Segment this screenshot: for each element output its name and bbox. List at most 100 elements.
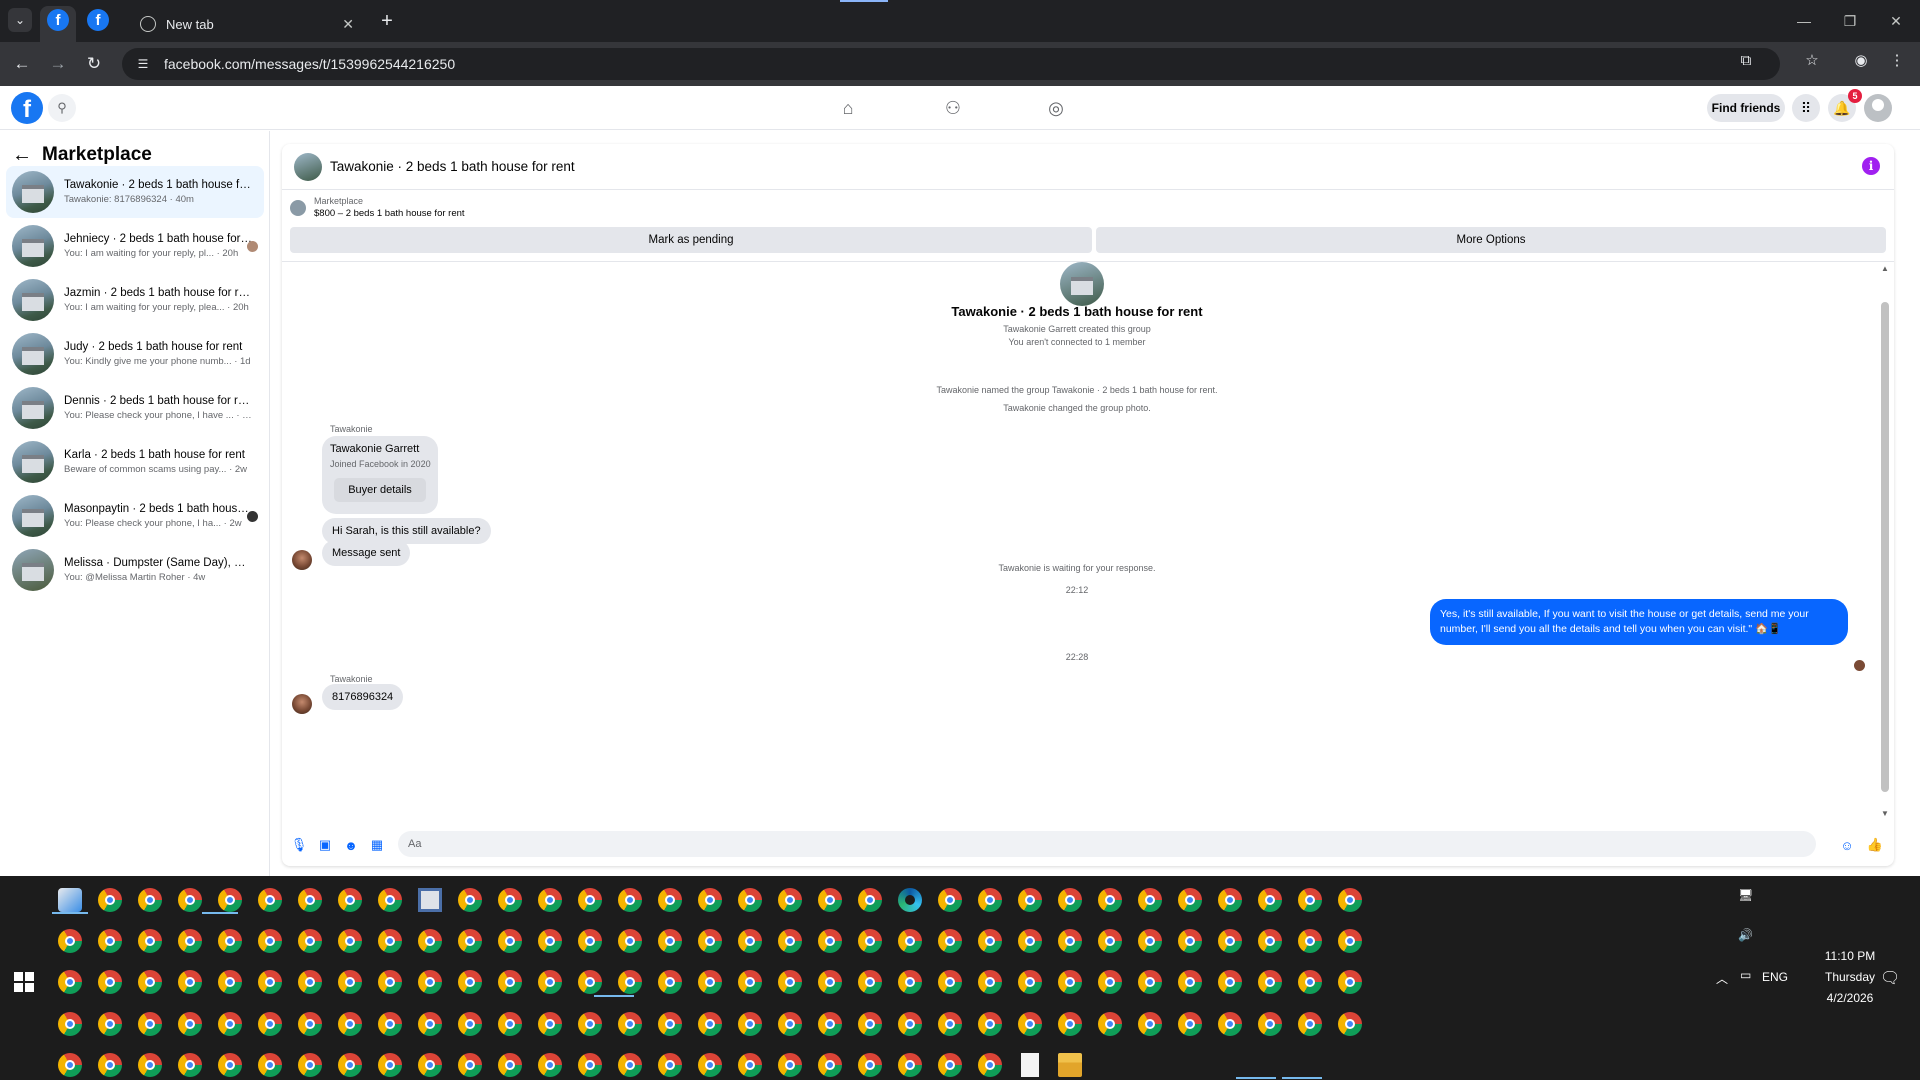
chrome-app-icon[interactable] [98, 1053, 122, 1077]
chrome-app-icon[interactable] [1058, 888, 1082, 912]
chrome-app-icon[interactable] [1138, 929, 1162, 953]
chrome-app-icon[interactable] [1178, 929, 1202, 953]
chrome-app-icon[interactable] [338, 888, 362, 912]
chrome-app-icon[interactable] [778, 1012, 802, 1036]
chrome-app-icon[interactable] [378, 970, 402, 994]
back-button[interactable]: ← [10, 52, 34, 76]
chrome-app-icon[interactable] [1018, 888, 1042, 912]
chrome-app-icon[interactable] [298, 1012, 322, 1036]
info-icon[interactable]: i [1862, 157, 1880, 175]
home-icon[interactable]: ⌂ [836, 96, 860, 120]
chrome-app-icon[interactable] [858, 1012, 882, 1036]
chrome-app-icon[interactable] [1258, 970, 1282, 994]
conversation-item[interactable]: Melissa · Dumpster (Same Day), Re... You… [6, 544, 264, 596]
chrome-app-icon[interactable] [138, 929, 162, 953]
battery-icon[interactable]: ▭ [1740, 968, 1751, 982]
chrome-app-icon[interactable] [298, 970, 322, 994]
chrome-app-icon[interactable] [498, 888, 522, 912]
chrome-app-icon[interactable] [978, 1053, 1002, 1077]
chrome-app-icon[interactable] [778, 970, 802, 994]
restore-button[interactable]: ❐ [1830, 8, 1870, 34]
chrome-app-icon[interactable] [738, 1053, 762, 1077]
chrome-app-icon[interactable] [1298, 888, 1322, 912]
facebook-logo-icon[interactable]: f [11, 92, 43, 124]
chrome-app-icon[interactable] [378, 1053, 402, 1077]
chrome-app-icon[interactable] [1138, 888, 1162, 912]
chrome-app-icon[interactable] [98, 1012, 122, 1036]
chrome-app-icon[interactable] [978, 888, 1002, 912]
chrome-app-icon[interactable] [698, 929, 722, 953]
chrome-app-icon[interactable] [618, 970, 642, 994]
chrome-app-icon[interactable] [458, 1012, 482, 1036]
chrome-app-icon[interactable] [498, 1053, 522, 1077]
sticker-icon[interactable]: ☻ [342, 836, 360, 854]
conversation-item[interactable]: Masonpaytin · 2 beds 1 bath house for re… [6, 490, 264, 542]
chrome-app-icon[interactable] [1138, 970, 1162, 994]
edge-browser-icon[interactable] [898, 888, 922, 912]
photo-icon[interactable]: ▣ [316, 836, 334, 854]
zoom-icon[interactable] [1770, 50, 1790, 70]
chrome-app-icon[interactable] [418, 970, 442, 994]
chrome-app-icon[interactable] [258, 1053, 282, 1077]
chrome-app-icon[interactable] [818, 929, 842, 953]
menu-grid-icon[interactable]: ⠿ [1792, 94, 1820, 122]
chrome-app-icon[interactable] [1178, 970, 1202, 994]
chrome-app-icon[interactable] [458, 970, 482, 994]
address-bar[interactable]: ☰ facebook.com/messages/t/15399625442162… [122, 48, 1780, 80]
pinned-app-icon[interactable] [58, 888, 82, 912]
like-thumbs-up-icon[interactable]: 👍 [1866, 836, 1884, 854]
conversation-item[interactable]: Dennis · 2 beds 1 bath house for rent Yo… [6, 382, 264, 434]
close-tab-icon[interactable]: ✕ [342, 16, 354, 33]
chrome-app-icon[interactable] [138, 1053, 162, 1077]
chrome-app-icon[interactable] [658, 970, 682, 994]
chrome-app-icon[interactable] [938, 1053, 962, 1077]
chat-title[interactable]: Tawakonie · 2 beds 1 bath house for rent [330, 159, 575, 174]
file-explorer-icon[interactable] [1058, 1053, 1082, 1077]
chrome-app-icon[interactable] [178, 1053, 202, 1077]
chrome-app-icon[interactable] [778, 1053, 802, 1077]
chrome-app-icon[interactable] [938, 888, 962, 912]
chrome-app-icon[interactable] [1058, 1012, 1082, 1036]
network-icon[interactable]: 🖥 [1738, 888, 1753, 902]
chrome-app-icon[interactable] [1218, 929, 1242, 953]
scrollbar-thumb[interactable] [1881, 302, 1889, 792]
scroll-down-arrow-icon[interactable]: ▼ [1881, 809, 1889, 819]
conversation-item[interactable]: Jazmin · 2 beds 1 bath house for rent Yo… [6, 274, 264, 326]
chrome-app-icon[interactable] [698, 888, 722, 912]
find-friends-button[interactable]: Find friends [1707, 94, 1785, 122]
new-tab-button[interactable]: + [374, 8, 400, 34]
chrome-app-icon[interactable] [738, 929, 762, 953]
close-window-button[interactable]: ✕ [1876, 8, 1916, 34]
forward-button[interactable]: → [46, 52, 70, 76]
chrome-app-icon[interactable] [858, 1053, 882, 1077]
chrome-app-icon[interactable] [738, 970, 762, 994]
message-scrollbar[interactable]: ▲ ▼ [1880, 264, 1890, 819]
chrome-app-icon[interactable] [1098, 888, 1122, 912]
chrome-app-icon[interactable] [978, 1012, 1002, 1036]
chrome-app-icon[interactable] [858, 929, 882, 953]
chrome-app-icon[interactable] [258, 970, 282, 994]
tab-facebook[interactable]: f [80, 6, 116, 42]
chrome-app-icon[interactable] [578, 888, 602, 912]
file-icon[interactable] [1021, 1053, 1039, 1077]
chrome-app-icon[interactable] [538, 1053, 562, 1077]
chrome-app-icon[interactable] [218, 1053, 242, 1077]
chrome-app-icon[interactable] [738, 1012, 762, 1036]
tab-facebook-active[interactable]: f [40, 6, 76, 42]
emoji-icon[interactable]: ☺ [1838, 836, 1856, 854]
chrome-app-icon[interactable] [378, 888, 402, 912]
chrome-app-icon[interactable] [538, 970, 562, 994]
chrome-app-icon[interactable] [338, 1053, 362, 1077]
chrome-app-icon[interactable] [378, 1012, 402, 1036]
chrome-app-icon[interactable] [1298, 970, 1322, 994]
notification-center-icon[interactable]: 🗨 [1880, 968, 1900, 988]
site-info-icon[interactable]: ☰ [134, 55, 152, 73]
chrome-app-icon[interactable] [658, 1012, 682, 1036]
chrome-app-icon[interactable] [738, 888, 762, 912]
chrome-app-icon[interactable] [58, 1053, 82, 1077]
chrome-app-icon[interactable] [298, 888, 322, 912]
scroll-up-arrow-icon[interactable]: ▲ [1881, 264, 1889, 274]
marketplace-listing-row[interactable]: Marketplace $800 – 2 beds 1 bath house f… [290, 196, 465, 219]
chrome-app-icon[interactable] [578, 970, 602, 994]
chrome-app-icon[interactable] [538, 929, 562, 953]
